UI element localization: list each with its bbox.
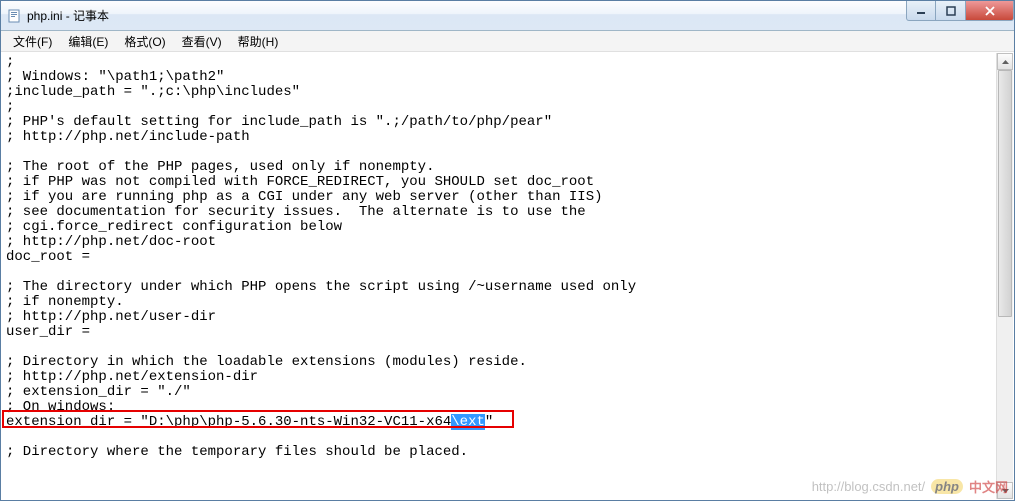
editor-line: ; if PHP was not compiled with FORCE_RED… — [6, 174, 594, 190]
menu-view[interactable]: 查看(V) — [174, 31, 230, 52]
maximize-button[interactable] — [936, 1, 966, 21]
editor-line: ; http://php.net/include-path — [6, 129, 250, 145]
titlebar[interactable]: php.ini - 记事本 — [1, 1, 1014, 31]
scroll-up-button[interactable] — [997, 53, 1013, 70]
menubar: 文件(F) 编辑(E) 格式(O) 查看(V) 帮助(H) — [1, 31, 1014, 52]
scroll-thumb[interactable] — [998, 70, 1012, 317]
menu-help[interactable]: 帮助(H) — [230, 31, 287, 52]
menu-edit[interactable]: 编辑(E) — [60, 31, 116, 52]
editor-line: ; On windows: — [6, 399, 115, 415]
editor-line: ; Windows: "\path1;\path2" — [6, 69, 224, 85]
editor-line: ; The directory under which PHP opens th… — [6, 279, 636, 295]
editor-line: ; extension_dir = "./" — [6, 384, 191, 400]
editor-line: ; if nonempty. — [6, 294, 124, 310]
editor-line: ; http://php.net/user-dir — [6, 309, 216, 325]
editor-line: ;include_path = ".;c:\php\includes" — [6, 84, 300, 100]
text-editor[interactable]: ; ; Windows: "\path1;\path2" ;include_pa… — [2, 53, 996, 499]
window-title: php.ini - 记事本 — [27, 7, 109, 24]
menu-format[interactable]: 格式(O) — [116, 31, 173, 52]
window-controls — [906, 1, 1014, 21]
editor-line: doc_root = — [6, 249, 90, 265]
selected-text: \ext — [451, 414, 485, 430]
close-button[interactable] — [966, 1, 1014, 21]
vertical-scrollbar[interactable] — [996, 53, 1013, 499]
notepad-window: php.ini - 记事本 文件(F) 编辑(E) 格式(O) 查看(V) 帮助… — [0, 0, 1015, 501]
menu-file[interactable]: 文件(F) — [5, 31, 60, 52]
notepad-icon — [7, 8, 23, 24]
editor-line: ; cgi.force_redirect configuration below — [6, 219, 342, 235]
editor-line: ; Directory where the temporary files sh… — [6, 444, 468, 460]
editor-line: ; http://php.net/doc-root — [6, 234, 216, 250]
ext-dir-prefix: extension_dir = "D:\php\php-5.6.30-nts-W… — [6, 414, 451, 430]
editor-line: ; The root of the PHP pages, used only i… — [6, 159, 434, 175]
editor-line: ; — [6, 54, 14, 70]
ext-dir-suffix: " — [485, 414, 493, 430]
editor-line: ; Directory in which the loadable extens… — [6, 354, 527, 370]
editor-line: extension_dir = "D:\php\php-5.6.30-nts-W… — [6, 414, 493, 430]
scroll-track[interactable] — [997, 70, 1013, 482]
editor-line: ; see documentation for security issues.… — [6, 204, 586, 220]
editor-line: user_dir = — [6, 324, 90, 340]
scroll-down-button[interactable] — [997, 482, 1013, 499]
editor-line: ; — [6, 99, 14, 115]
editor-line: ; if you are running php as a CGI under … — [6, 189, 603, 205]
minimize-button[interactable] — [906, 1, 936, 21]
content-area: ; ; Windows: "\path1;\path2" ;include_pa… — [1, 52, 1014, 500]
editor-line: ; http://php.net/extension-dir — [6, 369, 258, 385]
editor-line: ; PHP's default setting for include_path… — [6, 114, 552, 130]
